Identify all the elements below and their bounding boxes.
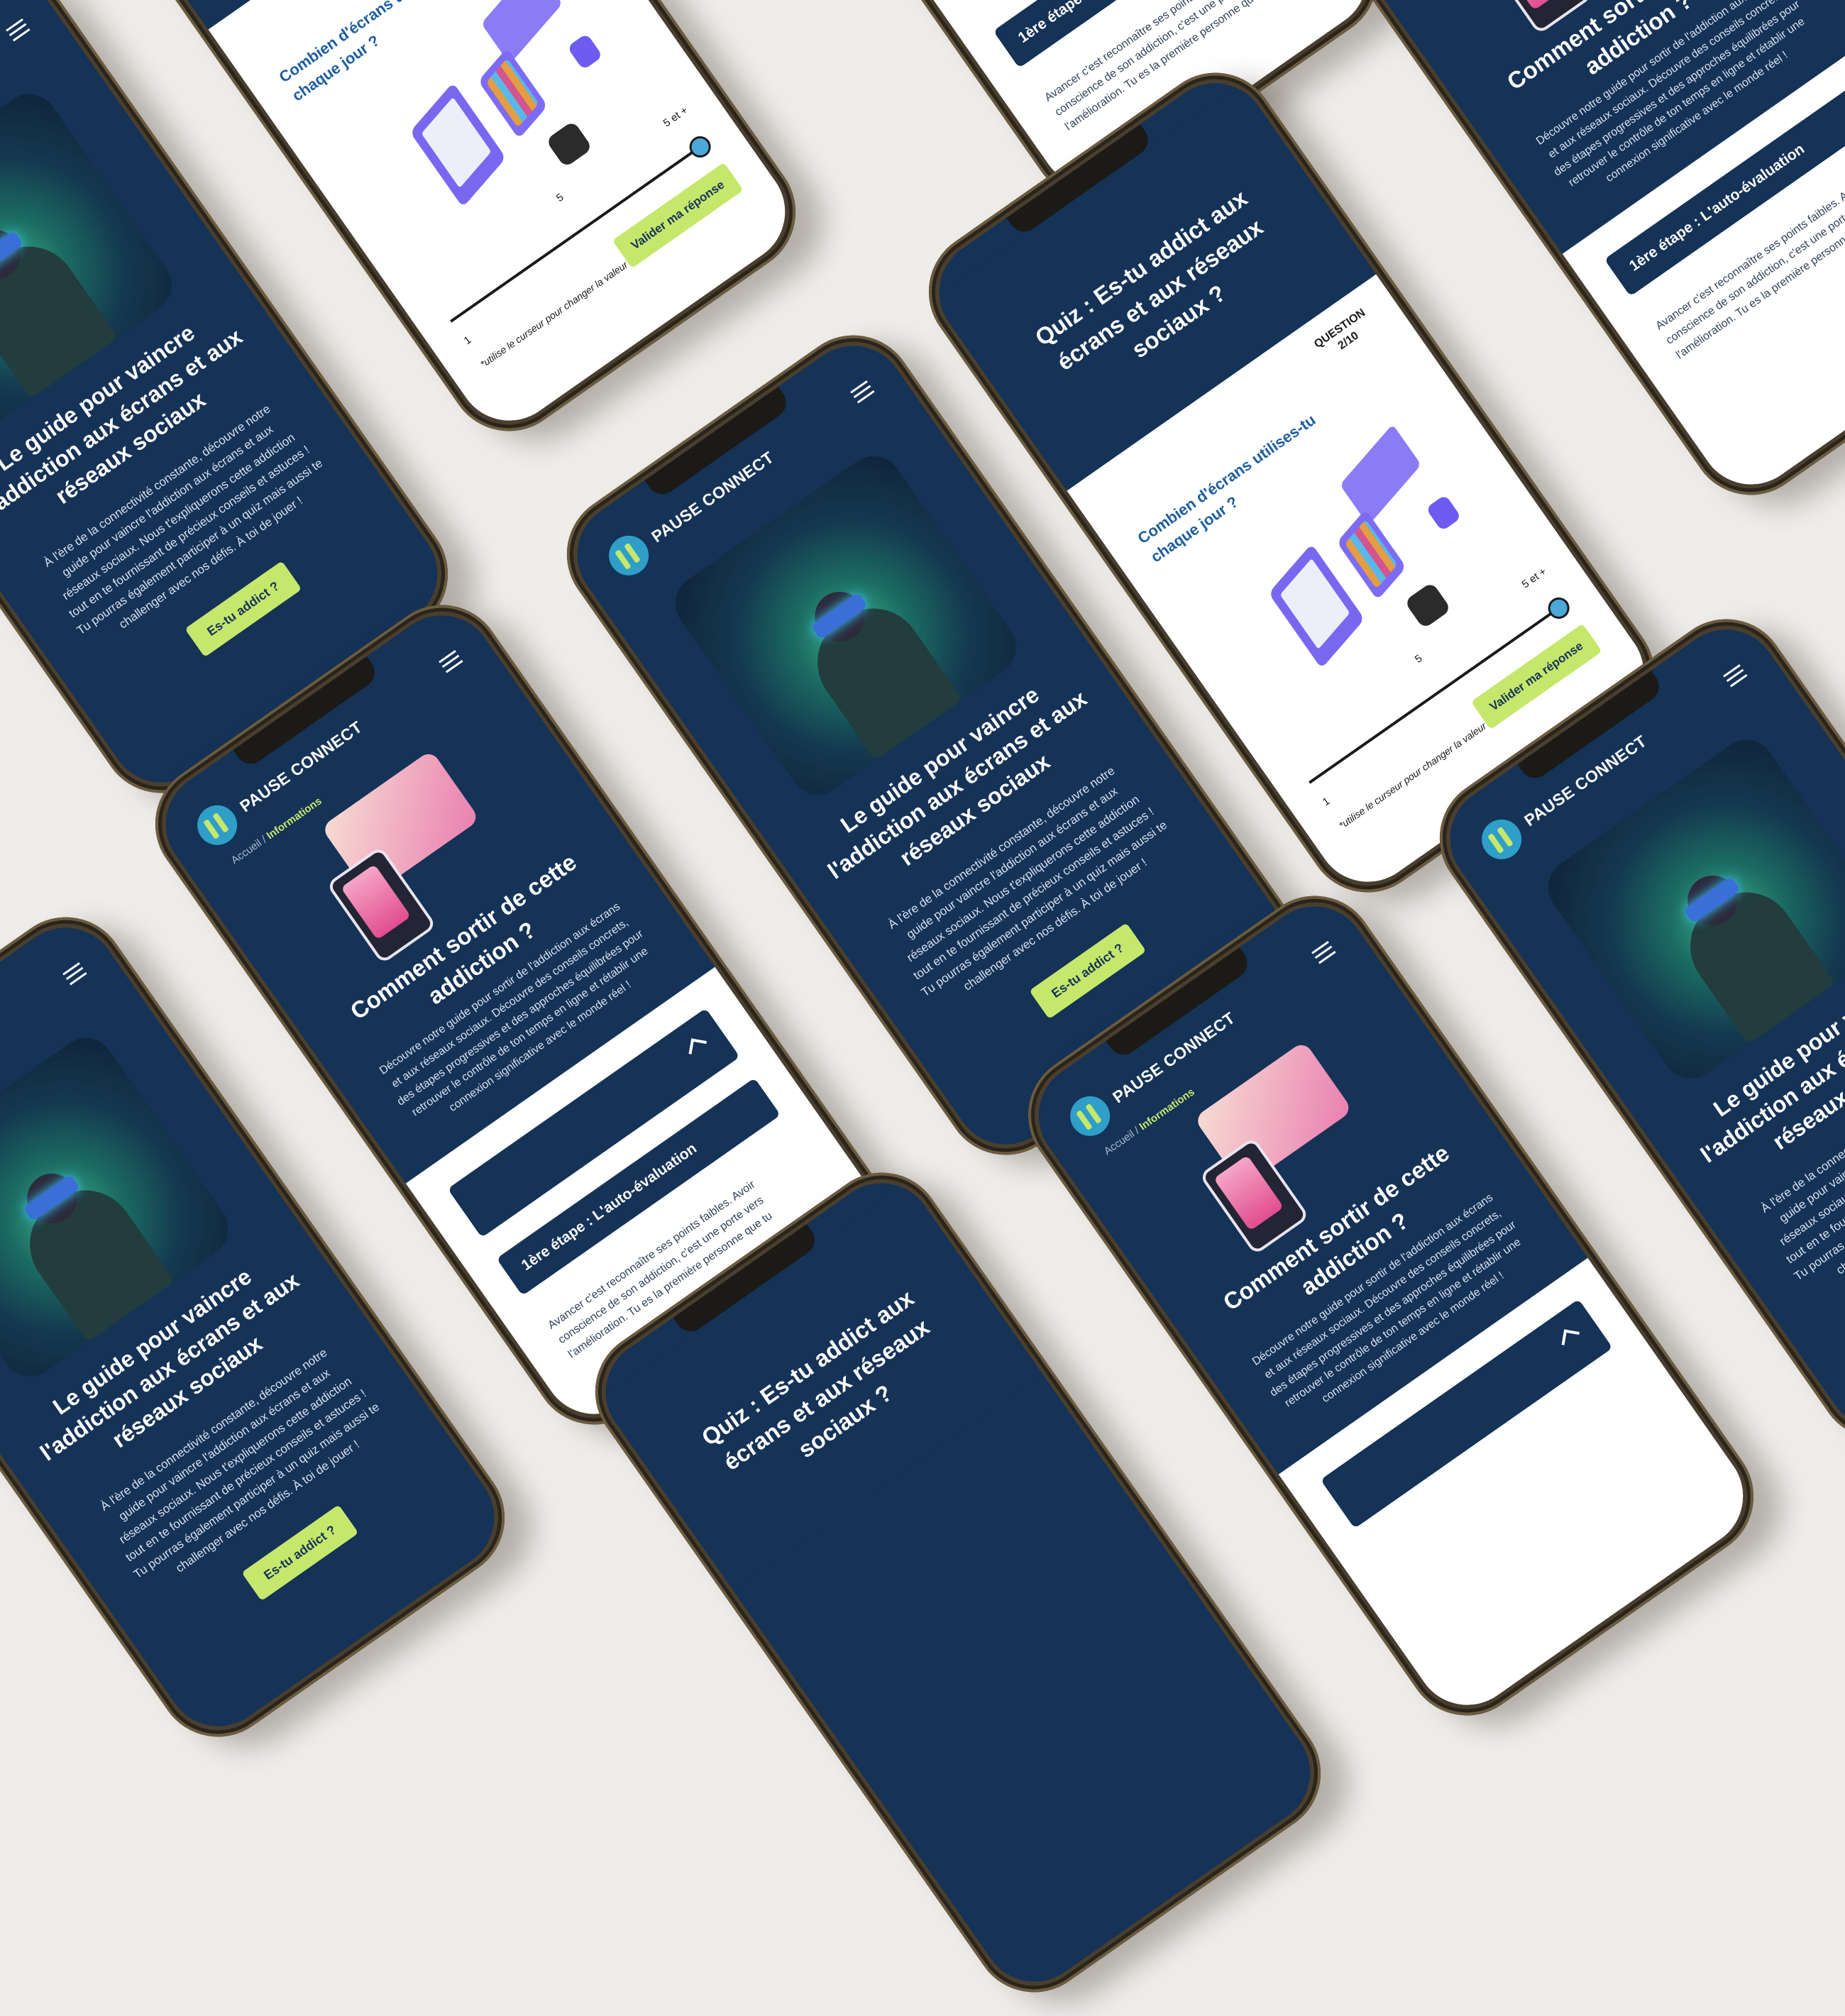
menu-icon[interactable]: [6, 18, 31, 42]
validate-button[interactable]: Valider ma réponse: [612, 162, 744, 269]
vr-person-illustration: [798, 589, 963, 761]
scale-mid: 5: [1412, 652, 1425, 666]
vr-person-illustration: [1670, 873, 1836, 1045]
scale-max: 5 et +: [1519, 565, 1549, 591]
scale-max: 5 et +: [661, 104, 690, 130]
chevron-up-icon[interactable]: [1561, 1329, 1580, 1348]
menu-icon[interactable]: [850, 380, 875, 404]
brand-name: PAUSE CONNECT: [236, 717, 365, 815]
brand-name: PAUSE CONNECT: [1108, 1008, 1238, 1106]
menu-icon[interactable]: [1723, 664, 1748, 688]
scale-min: 1: [461, 334, 474, 348]
chevron-up-icon[interactable]: [688, 1038, 707, 1057]
scale-min: 1: [1320, 795, 1333, 809]
logo-icon[interactable]: [601, 527, 657, 583]
vr-person-illustration: [0, 227, 119, 399]
menu-icon[interactable]: [439, 650, 463, 673]
scale-mid: 5: [554, 191, 566, 205]
logo-icon[interactable]: [1062, 1088, 1118, 1144]
slider-handle[interactable]: [1543, 593, 1574, 623]
slider-handle[interactable]: [685, 132, 715, 162]
menu-icon[interactable]: [1311, 941, 1336, 964]
vr-person-illustration: [10, 1171, 175, 1343]
logo-icon[interactable]: [1474, 811, 1530, 867]
menu-icon[interactable]: [62, 962, 87, 986]
question-counter: QUESTION 2/10: [1312, 306, 1377, 364]
logo-icon[interactable]: [189, 797, 246, 853]
